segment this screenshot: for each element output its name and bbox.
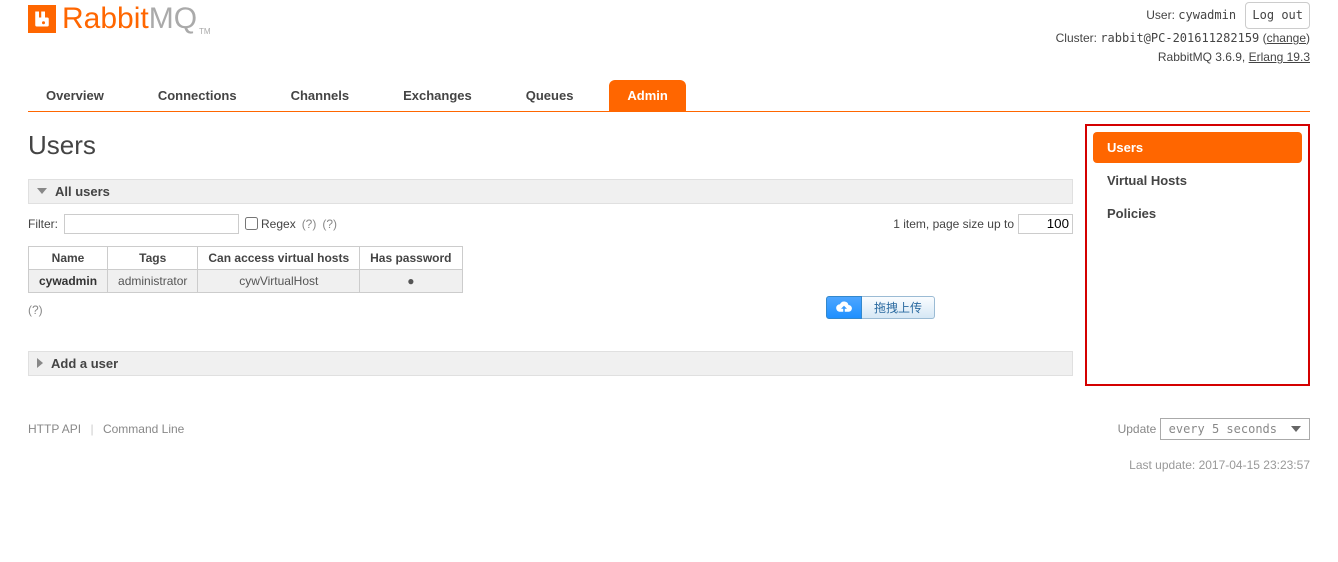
col-password[interactable]: Has password [360,246,462,269]
last-update-value: 2017-04-15 23:23:57 [1199,458,1310,472]
filter-input[interactable] [64,214,239,234]
table-row[interactable]: cywadmin administrator cywVirtualHost ● [29,269,463,292]
cluster-name: rabbit@PC-201611282159 [1100,31,1259,45]
col-tags[interactable]: Tags [108,246,198,269]
separator: | [90,422,93,436]
footer-links: HTTP API | Command Line [28,422,184,436]
http-api-link[interactable]: HTTP API [28,422,81,436]
erlang-link[interactable]: Erlang 19.3 [1249,50,1310,64]
logout-button[interactable]: Log out [1245,2,1310,29]
tab-overview[interactable]: Overview [28,80,122,111]
user-name: cywadmin [1178,8,1236,22]
users-table: Name Tags Can access virtual hosts Has p… [28,246,463,293]
cell-tags: administrator [108,269,198,292]
header-info: User: cywadmin Log out Cluster: rabbit@P… [1056,2,1310,68]
tab-admin[interactable]: Admin [609,80,685,111]
tab-exchanges[interactable]: Exchanges [385,80,490,111]
section-add-user-toggle[interactable]: Add a user [28,351,1073,376]
regex-label-text: Regex [261,217,296,231]
drag-upload-text: 拖拽上传 [862,296,935,319]
help-icon[interactable]: (?) [322,217,337,231]
sidebar-item-users[interactable]: Users [1093,132,1302,163]
sidebar-item-vhosts[interactable]: Virtual Hosts [1093,165,1302,196]
section-all-users-title: All users [55,184,110,199]
update-label: Update [1118,422,1157,436]
rabbitmq-icon [28,5,56,33]
cluster-label: Cluster: [1056,31,1097,45]
main-nav: Overview Connections Channels Exchanges … [28,80,1310,112]
cell-vhosts: cywVirtualHost [198,269,360,292]
help-icon[interactable]: (?) [302,217,317,231]
section-add-user-title: Add a user [51,356,118,371]
filter-label: Filter: [28,217,58,231]
last-update-label: Last update: [1129,458,1195,472]
tab-queues[interactable]: Queues [508,80,592,111]
page-size-input[interactable] [1018,214,1073,234]
brand-mq: MQ [149,2,197,35]
col-vhosts[interactable]: Can access virtual hosts [198,246,360,269]
update-interval-select[interactable]: every 5 seconds [1160,418,1310,440]
cell-name: cywadmin [29,269,108,292]
drag-upload-widget[interactable]: 拖拽上传 [826,296,935,319]
change-link[interactable]: change [1267,31,1306,45]
brand-text: RabbitMQTM [62,2,211,36]
tab-connections[interactable]: Connections [140,80,255,111]
regex-checkbox-label[interactable]: Regex [245,217,296,231]
brand-logo: RabbitMQTM [28,2,211,36]
cloud-upload-icon [826,296,862,319]
sidebar-item-policies[interactable]: Policies [1093,198,1302,229]
version-text: RabbitMQ 3.6.9, [1158,50,1249,64]
page-title: Users [28,130,1073,161]
admin-sidebar: Users Virtual Hosts Policies [1085,124,1310,386]
cmdline-link[interactable]: Command Line [103,422,184,436]
brand-rabbit: Rabbit [62,2,149,35]
section-all-users-toggle[interactable]: All users [28,179,1073,204]
item-count-text: 1 item, page size up to [893,217,1014,231]
tab-channels[interactable]: Channels [273,80,368,111]
col-name[interactable]: Name [29,246,108,269]
update-interval-value: every 5 seconds [1169,422,1277,436]
regex-checkbox[interactable] [245,217,258,230]
brand-tm: TM [197,27,211,36]
chevron-right-icon [37,358,43,368]
cell-password: ● [360,269,462,292]
chevron-down-icon [1291,426,1301,432]
user-label: User: [1146,8,1175,22]
chevron-down-icon [37,188,47,194]
